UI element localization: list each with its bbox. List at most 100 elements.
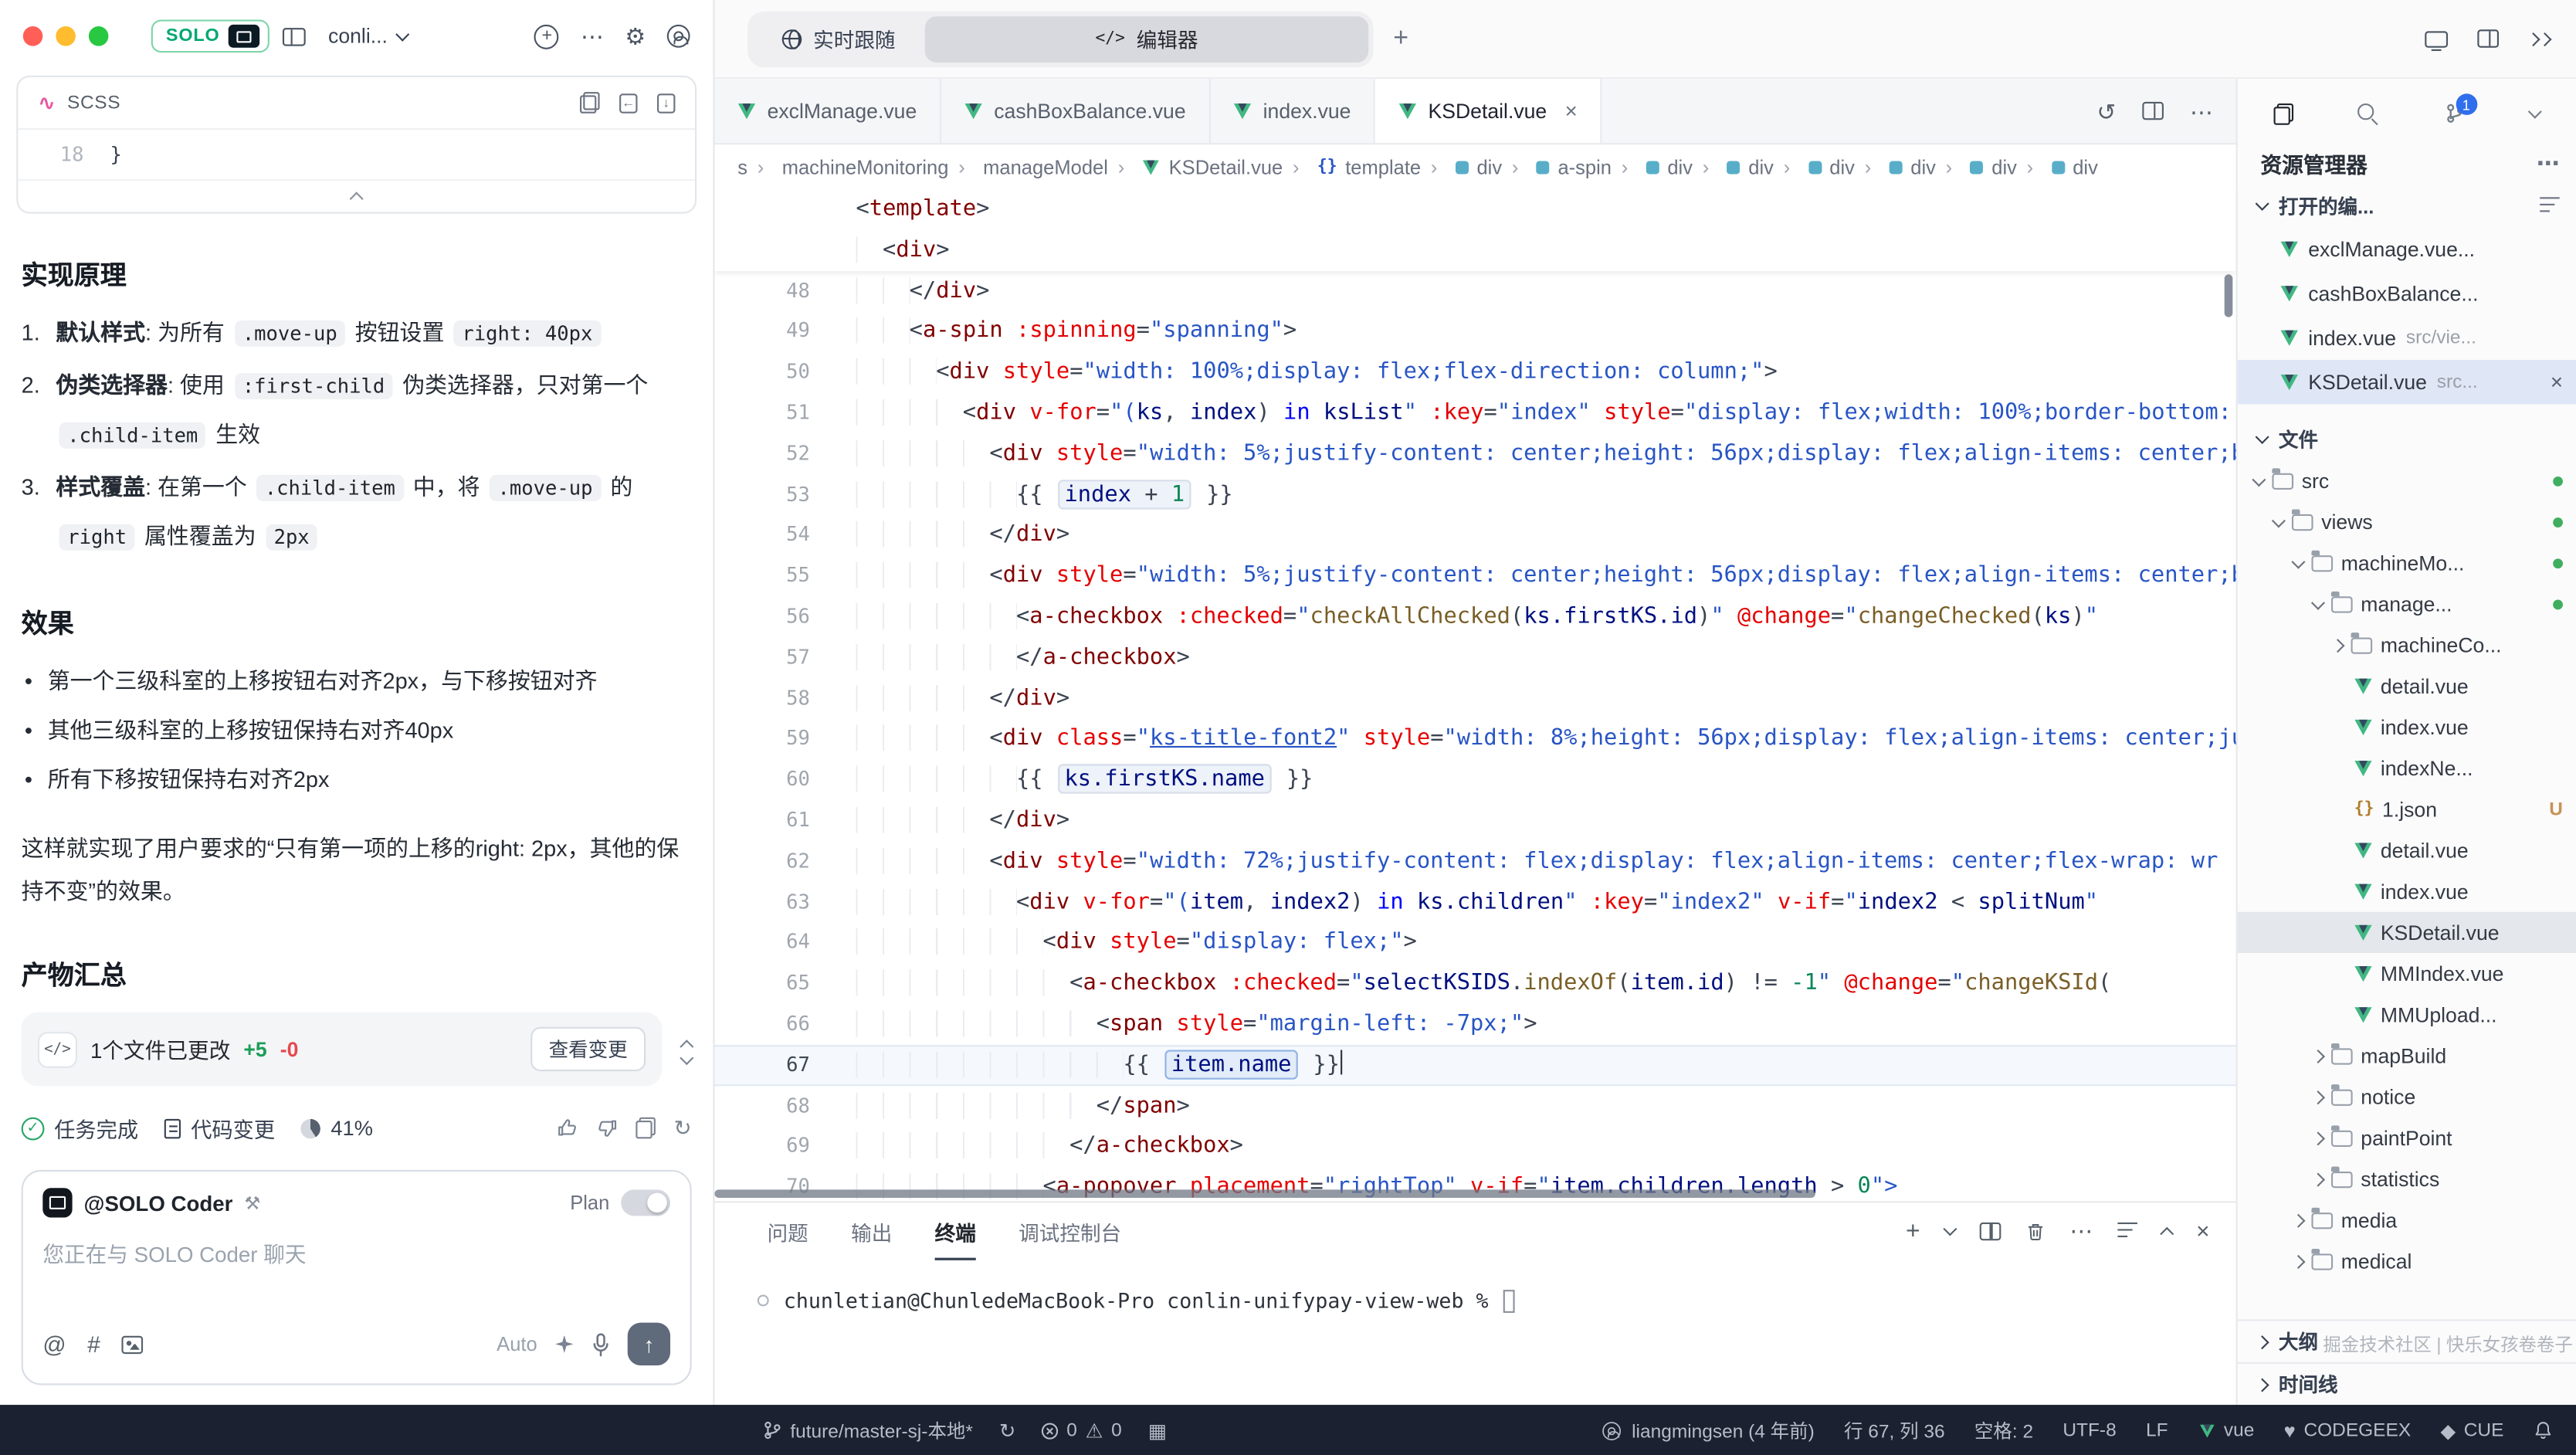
breadcrumb-item[interactable]: › div: [1612, 155, 1693, 178]
editor-grid-icon[interactable]: ▦: [1148, 1420, 1167, 1440]
tree-item[interactable]: machineCo...: [2238, 624, 2576, 665]
git-branch-item[interactable]: future/master-sj-本地*: [762, 1417, 973, 1443]
open-editors-filter-icon[interactable]: [2540, 197, 2560, 213]
hash-icon[interactable]: #: [87, 1331, 100, 1357]
tab-live-follow[interactable]: 实时跟随: [752, 15, 924, 62]
files-section-header[interactable]: 文件: [2238, 417, 2576, 460]
minimize-traffic-light[interactable]: [56, 26, 76, 46]
indentation-setting[interactable]: 空格: 2: [1974, 1417, 2033, 1443]
breadcrumb-item[interactable]: › KSDetail.vue: [1108, 155, 1283, 178]
tree-item[interactable]: medical: [2238, 1240, 2576, 1281]
code-editor[interactable]: <template> <div> 48 </div>49 <a-spin :sp…: [714, 189, 2235, 1202]
encoding-setting[interactable]: UTF-8: [2062, 1420, 2116, 1440]
sparkle-icon[interactable]: [555, 1335, 573, 1353]
plan-toggle[interactable]: [621, 1189, 670, 1216]
codegeex-extension[interactable]: ♥ CODEGEEX: [2284, 1420, 2411, 1440]
more-options-icon[interactable]: ⋯: [581, 25, 604, 48]
tree-item[interactable]: MMUpload...: [2238, 994, 2576, 1035]
chat-input[interactable]: 您正在与 SOLO Coder 聊天: [23, 1218, 690, 1323]
split-terminal-icon[interactable]: [1979, 1222, 2001, 1240]
layout-columns-icon[interactable]: [282, 27, 305, 45]
thumbs-down-icon[interactable]: [597, 1118, 619, 1139]
editor-vertical-scrollbar[interactable]: [2225, 274, 2233, 317]
breadcrumb-item[interactable]: › div: [1693, 155, 1774, 178]
collapse-panel-icon[interactable]: [2528, 34, 2550, 44]
sync-icon[interactable]: ↻: [999, 1420, 1015, 1440]
breadcrumb-item[interactable]: › machineMonitoring: [747, 155, 948, 178]
breadcrumb-item[interactable]: › div: [1774, 155, 1855, 178]
panel-tab[interactable]: 问题: [768, 1202, 808, 1259]
breadcrumb-item[interactable]: › a-spin: [1502, 155, 1612, 178]
attach-image-icon[interactable]: [121, 1335, 143, 1353]
code-change[interactable]: 代码变更: [164, 1112, 275, 1143]
close-panel-icon[interactable]: ×: [2196, 1219, 2209, 1243]
copy-icon[interactable]: [580, 92, 600, 114]
cue-extension[interactable]: ◆ CUE: [2440, 1420, 2503, 1440]
breadcrumb-item[interactable]: › div: [1421, 155, 1502, 178]
errors-item[interactable]: 0 ⚠ 0: [1042, 1420, 1121, 1440]
insert-code-icon[interactable]: ←: [619, 93, 637, 113]
solo-mode-badge[interactable]: SOLO: [151, 20, 269, 53]
model-auto-label[interactable]: Auto: [497, 1332, 537, 1355]
tree-item[interactable]: src: [2238, 460, 2576, 501]
breadcrumb-item[interactable]: › div: [1855, 155, 1936, 178]
eol-setting[interactable]: LF: [2146, 1420, 2168, 1440]
tree-item[interactable]: KSDetail.vue: [2238, 912, 2576, 953]
terminal[interactable]: chunletian@ChunledeMacBook-Pro conlin-un…: [758, 1288, 2236, 1313]
open-editor-item[interactable]: exclManage.vue...: [2238, 227, 2576, 271]
breadcrumb-item[interactable]: › div: [1936, 155, 2017, 178]
new-tab-button[interactable]: +: [1393, 24, 1408, 53]
editor-tab[interactable]: index.vue: [1211, 79, 1376, 143]
tree-item[interactable]: views: [2238, 501, 2576, 542]
tree-item[interactable]: detail.vue: [2238, 666, 2576, 707]
more-actions-icon[interactable]: ⋯: [2190, 100, 2213, 123]
tree-item[interactable]: machineMo...: [2238, 542, 2576, 583]
tree-item[interactable]: statistics: [2238, 1158, 2576, 1199]
source-control-icon[interactable]: 1: [2444, 102, 2466, 125]
timeline-section[interactable]: 时间线: [2238, 1362, 2576, 1405]
language-mode[interactable]: vue: [2198, 1420, 2255, 1440]
explorer-files-icon[interactable]: [2274, 103, 2294, 124]
split-editor-icon[interactable]: [2142, 102, 2164, 120]
breadcrumb-item[interactable]: s: [737, 155, 747, 178]
tree-item[interactable]: media: [2238, 1199, 2576, 1240]
breadcrumb-item[interactable]: › div: [2017, 155, 2098, 178]
agent-tools-icon[interactable]: ⚒: [244, 1192, 260, 1214]
search-icon[interactable]: [2358, 103, 2380, 124]
panel-filter-icon[interactable]: [2117, 1223, 2137, 1239]
tree-item[interactable]: detail.vue: [2238, 829, 2576, 870]
terminal-dropdown-icon[interactable]: [1943, 1222, 1957, 1236]
code-card-collapse[interactable]: [18, 179, 695, 212]
zoom-traffic-light[interactable]: [89, 26, 109, 46]
tree-item[interactable]: manage...: [2238, 583, 2576, 624]
maximize-panel-icon[interactable]: [2160, 1226, 2174, 1240]
breadcrumb-item[interactable]: › manageModel: [948, 155, 1108, 178]
git-blame-item[interactable]: liangmingsen (4 年前): [1601, 1417, 1815, 1443]
tab-editor[interactable]: </> 编辑器: [925, 15, 1368, 62]
new-chat-icon[interactable]: +: [534, 24, 559, 49]
editor-tab[interactable]: KSDetail.vue ×: [1375, 79, 1602, 143]
notifications-bell-icon[interactable]: [2534, 1419, 2554, 1441]
send-button[interactable]: ↑: [628, 1323, 670, 1365]
tree-item[interactable]: index.vue: [2238, 871, 2576, 912]
panel-tab[interactable]: 输出: [851, 1202, 892, 1259]
changed-files-card[interactable]: </> 1个文件已更改 +5 -0 查看变更: [22, 1012, 663, 1087]
history-icon[interactable]: ↺: [2096, 100, 2116, 123]
tree-item[interactable]: paintPoint: [2238, 1118, 2576, 1158]
panel-layout-icon[interactable]: [2477, 29, 2499, 47]
view-changes-button[interactable]: 查看变更: [530, 1027, 646, 1071]
close-icon[interactable]: ×: [2551, 370, 2563, 395]
monitor-icon[interactable]: [2425, 30, 2448, 46]
tree-item[interactable]: index.vue: [2238, 707, 2576, 748]
more-views-chevron[interactable]: [2528, 105, 2542, 119]
apply-code-icon[interactable]: ↓: [657, 93, 675, 113]
close-traffic-light[interactable]: [23, 26, 43, 46]
workspace-switcher[interactable]: conli...: [328, 25, 407, 48]
profile-avatar[interactable]: [667, 25, 690, 48]
editor-horizontal-scrollbar[interactable]: [714, 1189, 1815, 1198]
open-editor-item[interactable]: KSDetail.vue src... ×: [2238, 360, 2576, 404]
tree-item[interactable]: indexNe...: [2238, 748, 2576, 789]
kill-terminal-icon[interactable]: [2025, 1220, 2046, 1242]
breadcrumb-item[interactable]: › {} template: [1283, 155, 1421, 178]
new-terminal-icon[interactable]: +: [1906, 1219, 1920, 1243]
